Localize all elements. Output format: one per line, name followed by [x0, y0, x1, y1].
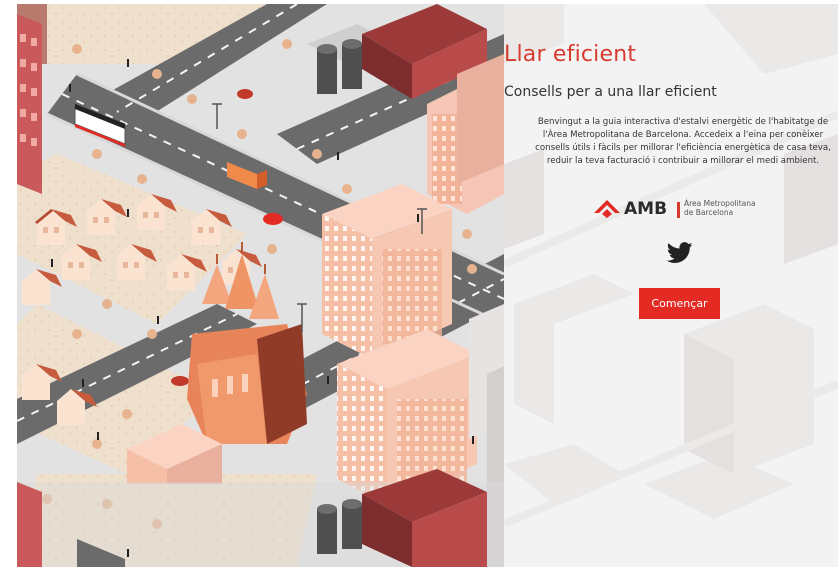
amb-logo-abbr: AMB: [624, 199, 668, 219]
start-button[interactable]: Començar: [639, 288, 720, 319]
amb-logo-separator: [677, 202, 680, 218]
amb-logo-icon: [594, 200, 620, 218]
page-subtitle: Consells per a una llar eficient: [504, 84, 717, 100]
amb-logo-line1: Àrea Metropolitana: [684, 199, 756, 208]
page: Llar eficient Consells per a una llar ef…: [0, 0, 838, 567]
twitter-icon[interactable]: [667, 242, 693, 264]
amb-logo-name: Àrea Metropolitana de Barcelona: [684, 199, 756, 217]
page-title: Llar eficient: [504, 42, 637, 67]
amb-logo[interactable]: AMB Àrea Metropolitana de Barcelona: [594, 196, 794, 226]
city-illustration: [17, 4, 504, 567]
amb-logo-line2: de Barcelona: [684, 208, 734, 217]
intro-text: Benvingut a la guia interactiva d'estalv…: [535, 117, 831, 166]
intro-panel: Llar eficient Consells per a una llar ef…: [504, 4, 838, 567]
